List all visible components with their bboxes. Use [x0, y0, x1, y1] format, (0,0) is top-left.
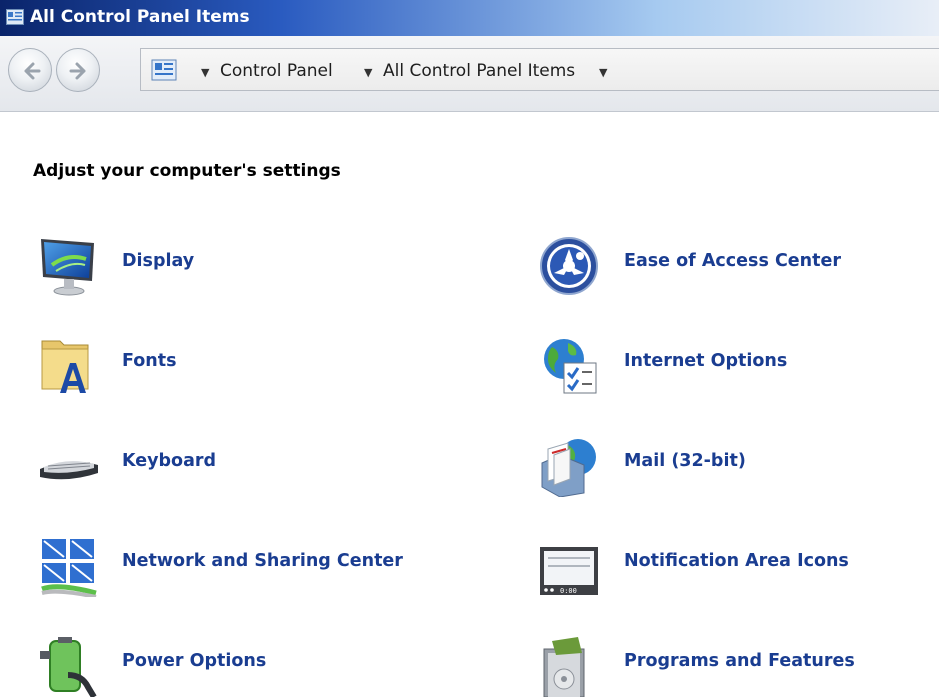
navigation-bar: ▼ Control Panel ▼ All Control Panel Item…	[0, 36, 939, 112]
item-ease-of-access[interactable]: Ease of Access Center	[538, 235, 898, 295]
item-label[interactable]: Ease of Access Center	[624, 251, 841, 271]
item-label[interactable]: Power Options	[122, 651, 266, 671]
keyboard-icon	[40, 461, 98, 480]
ease-of-access-icon	[540, 237, 598, 295]
item-label[interactable]: Network and Sharing Center	[122, 551, 403, 571]
title-bar: All Control Panel Items	[0, 0, 939, 36]
breadcrumb-chevron-icon[interactable]: ▼	[201, 66, 209, 79]
item-power-options[interactable]: Power Options	[38, 635, 368, 697]
item-label[interactable]: Notification Area Icons	[624, 551, 849, 571]
control-panel-icon	[151, 59, 177, 81]
internet-options-icon	[544, 339, 597, 394]
display-icon	[41, 239, 94, 296]
mail-icon	[541, 439, 596, 497]
item-label[interactable]: Display	[122, 251, 194, 271]
breadcrumb-all-items[interactable]: All Control Panel Items	[383, 61, 575, 81]
item-network-sharing[interactable]: Network and Sharing Center	[38, 535, 458, 597]
item-internet-options[interactable]: Internet Options	[538, 335, 898, 395]
item-label[interactable]: Mail (32-bit)	[624, 451, 746, 471]
forward-arrow-icon	[69, 62, 86, 80]
breadcrumb-control-panel[interactable]: Control Panel	[220, 61, 333, 81]
item-display[interactable]: Display	[38, 235, 368, 296]
power-options-icon	[40, 637, 97, 697]
page-heading: Adjust your computer's settings	[33, 161, 341, 181]
forward-button[interactable]	[56, 48, 100, 92]
programs-features-icon	[543, 637, 585, 697]
item-notification-area[interactable]: 0:00 Notification Area Icons	[538, 535, 918, 595]
item-label[interactable]: Keyboard	[122, 451, 216, 471]
item-keyboard[interactable]: Keyboard	[38, 435, 368, 495]
address-bar[interactable]: ▼ Control Panel ▼ All Control Panel Item…	[140, 48, 939, 91]
breadcrumb-chevron-icon[interactable]: ▼	[364, 66, 372, 79]
item-label[interactable]: Fonts	[122, 351, 177, 371]
item-fonts[interactable]: Fonts	[38, 335, 368, 395]
notification-area-icon: 0:00	[540, 547, 598, 595]
window-title: All Control Panel Items	[30, 7, 250, 27]
item-programs-features[interactable]: Programs and Features	[538, 635, 918, 697]
fonts-icon	[41, 340, 89, 393]
clock-text: 0:00	[560, 587, 577, 595]
back-arrow-icon	[24, 62, 41, 80]
item-mail[interactable]: Mail (32-bit)	[538, 435, 898, 497]
breadcrumb-chevron-icon[interactable]: ▼	[599, 66, 607, 79]
back-button[interactable]	[8, 48, 52, 92]
item-label[interactable]: Programs and Features	[624, 651, 855, 671]
network-icon	[41, 539, 97, 597]
item-label[interactable]: Internet Options	[624, 351, 787, 371]
control-panel-icon	[6, 9, 24, 25]
